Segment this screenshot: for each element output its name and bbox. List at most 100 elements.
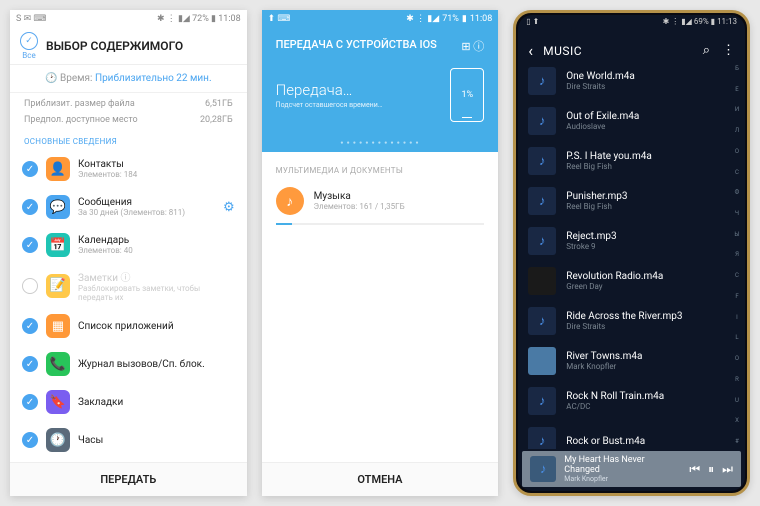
alpha-letter[interactable]: О (731, 148, 743, 155)
more-icon[interactable]: ⋮ (722, 43, 735, 58)
alpha-letter[interactable]: Я (731, 251, 743, 258)
cancel-button[interactable]: ОТМЕНА (262, 462, 499, 496)
track-artist: Dire Straits (566, 322, 719, 331)
item-sub: Элементов: 184 (78, 170, 235, 179)
checkbox[interactable]: ✓ (22, 356, 38, 372)
album-art: ♪ (528, 387, 556, 415)
screen-select-content: S ✉ ⌨ ✱ ⋮ ▮◢ 72% ▮ 11:08 ✓ Все ВЫБОР СОД… (10, 10, 247, 496)
track-row[interactable]: ♪ Out of Exile.m4aAudioslave (518, 101, 729, 141)
estimated-time: 🕑 Время: Приблизительно 22 мин. (10, 65, 247, 93)
prev-button[interactable]: ⏮ (689, 462, 700, 477)
track-artist: Audioslave (566, 122, 719, 131)
next-button[interactable]: ⏭ (722, 462, 733, 477)
item-label: Список приложений (78, 321, 235, 332)
file-size-row: Приблизит. размер файла6,51ГБ (10, 93, 247, 115)
content-item[interactable]: ✓🔖Закладки (10, 383, 247, 421)
album-art: ♪ (528, 147, 556, 175)
track-title: Rock N Roll Train.m4a (566, 391, 719, 402)
alpha-letter[interactable]: F (731, 293, 743, 300)
track-row[interactable]: River Towns.m4aMark Knopfler (518, 341, 729, 381)
now-playing-bar[interactable]: ♪ My Heart Has Never Changed Mark Knopfl… (522, 451, 741, 487)
item-label: Сообщения (78, 197, 223, 208)
alpha-letter[interactable]: X (731, 417, 743, 424)
search-icon[interactable]: ⌕ (703, 43, 710, 58)
alpha-letter[interactable]: Ф (731, 189, 743, 196)
alpha-letter[interactable]: Е (731, 86, 743, 93)
screen1-header: ✓ Все ВЫБОР СОДЕРЖИМОГО (10, 28, 247, 65)
checkbox[interactable]: ✓ (22, 161, 38, 177)
transfer-sub: Подсчет оставшегося времени… (276, 101, 383, 109)
alpha-letter[interactable]: C (731, 272, 743, 279)
track-title: Reject.mp3 (566, 231, 719, 242)
content-item[interactable]: ✓▦Список приложений (10, 307, 247, 345)
content-item[interactable]: ✓💬СообщенияЗа 30 дней (Элементов: 811)⚙ (10, 188, 247, 226)
track-artist: Reel Big Fish (566, 202, 719, 211)
alpha-letter[interactable]: И (731, 106, 743, 113)
section-header: ОСНОВНЫЕ СВЕДЕНИЯ (10, 131, 247, 150)
track-title: Rock or Bust.m4a (566, 436, 719, 447)
track-row[interactable]: ♪Ride Across the River.mp3Dire Straits (518, 301, 729, 341)
content-item[interactable]: ✓👤КонтактыЭлементов: 184 (10, 150, 247, 188)
checkbox[interactable]: ✓ (22, 318, 38, 334)
section-header: МУЛЬТИМЕДИА И ДОКУМЕНТЫ (262, 152, 499, 179)
checkbox[interactable]: ✓ (22, 199, 38, 215)
track-artist: Reel Big Fish (566, 162, 719, 171)
checkbox[interactable]: ✓ (22, 237, 38, 253)
screen-transfer-progress: ⬆ ⌨ ✱ ⋮ ▮◢ 71% ▮ 11:08 ПЕРЕДАЧА С УСТРОЙ… (262, 10, 499, 496)
checkbox[interactable] (22, 278, 38, 294)
track-row[interactable]: ♪Rock N Roll Train.m4aAC/DC (518, 381, 729, 421)
alpha-letter[interactable]: # (731, 438, 743, 445)
item-label: Заметки ⓘ (78, 269, 235, 284)
track-row[interactable]: ♪Reject.mp3Stroke 9 (518, 221, 729, 261)
alpha-letter[interactable]: I (731, 314, 743, 321)
back-button[interactable]: ‹ (528, 41, 533, 60)
content-item[interactable]: ✓📞Журнал вызовов/Сп. блок. (10, 345, 247, 383)
track-row[interactable]: ♪P.S. I Hate you.m4aReel Big Fish (518, 141, 729, 181)
track-title: Out of Exile.m4a (566, 111, 719, 122)
alpha-letter[interactable]: Б (731, 65, 743, 72)
content-item[interactable]: ✓📅КалендарьЭлементов: 40 (10, 226, 247, 264)
track-title: Ride Across the River.mp3 (566, 311, 719, 322)
item-sub: Разблокировать заметки, чтобы передать и… (78, 284, 235, 302)
track-title: Revolution Radio.m4a (566, 271, 719, 282)
alpha-letter[interactable]: Ы (731, 231, 743, 238)
transfer-button[interactable]: ПЕРЕДАТЬ (10, 462, 247, 496)
alpha-letter[interactable]: Ч (731, 210, 743, 217)
album-art (528, 347, 556, 375)
content-item[interactable]: 📝Заметки ⓘРазблокировать заметки, чтобы … (10, 264, 247, 307)
checkbox[interactable]: ✓ (22, 394, 38, 410)
pause-button[interactable]: ⏸ (708, 462, 714, 477)
item-label: Закладки (78, 397, 235, 408)
album-art: ♪ (528, 107, 556, 135)
alpha-letter[interactable]: R (731, 376, 743, 383)
album-art: ♪ (528, 67, 556, 95)
track-row[interactable]: Revolution Radio.m4aGreen Day (518, 261, 729, 301)
alpha-letter[interactable]: O (731, 355, 743, 362)
status-right: ✱ ⋮ ▮◢ 72% ▮ 11:08 (157, 14, 241, 24)
album-art: ♪ (528, 187, 556, 215)
track-artist: Stroke 9 (566, 242, 719, 251)
screen-music-player: ▯ ⬆ ✱ ⋮ ▮◢ 69% ▮ 11:13 ‹ MUSIC ⌕ ⋮ ♪One … (513, 10, 750, 496)
app-icon: 🕐 (46, 428, 70, 452)
select-all-toggle[interactable]: ✓ Все (20, 32, 38, 60)
checkbox[interactable]: ✓ (22, 432, 38, 448)
page-title: MUSIC (543, 44, 691, 58)
alpha-letter[interactable]: Л (731, 127, 743, 134)
content-item[interactable]: ✓🕐Часы (10, 421, 247, 459)
alpha-letter[interactable]: С (731, 169, 743, 176)
music-item[interactable]: ♪ Музыка Элементов: 161 / 1,35ГБ (262, 179, 499, 223)
track-title: River Towns.m4a (566, 351, 719, 362)
track-row[interactable]: ♪Rock or Bust.m4a (518, 421, 729, 449)
track-row[interactable]: ♪Punisher.mp3Reel Big Fish (518, 181, 729, 221)
track-artist: Dire Straits (566, 82, 719, 91)
alpha-letter[interactable]: L (731, 334, 743, 341)
screen2-header: ПЕРЕДАЧА С УСТРОЙСТВА IOS ⊞ ⓘ (262, 28, 499, 58)
gear-icon[interactable]: ⚙ (223, 200, 235, 215)
track-row[interactable]: ♪One World.m4aDire Straits (518, 61, 729, 101)
item-label: Журнал вызовов/Сп. блок. (78, 359, 235, 370)
free-space-row: Предпол. доступное место20,28ГБ (10, 115, 247, 131)
alpha-letter[interactable]: U (731, 397, 743, 404)
alpha-scroller[interactable]: Б Е И Л О С Ф Ч Ы Я C F I L O R U X # (731, 65, 743, 445)
transfer-label: Передача… (276, 81, 383, 99)
track-list[interactable]: ♪One World.m4aDire Straits♪Out of Exile.… (518, 61, 729, 449)
